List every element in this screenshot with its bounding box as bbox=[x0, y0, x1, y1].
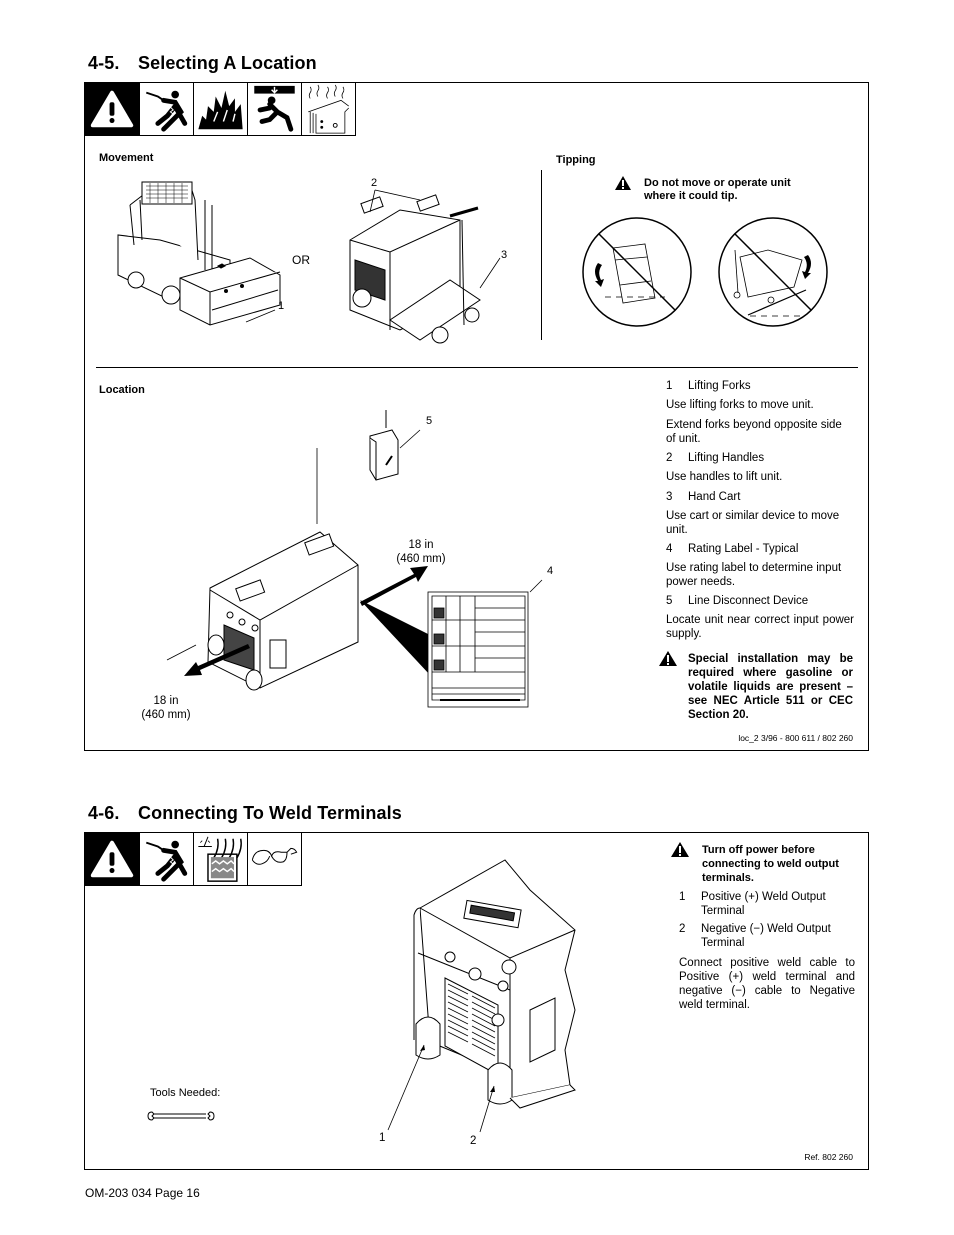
legend-title: Lifting Handles bbox=[688, 452, 765, 464]
section-title: Selecting A Location bbox=[138, 53, 317, 73]
falling-equipment-icon bbox=[248, 82, 302, 136]
legend-number: 2 bbox=[679, 923, 686, 935]
forklift-drawing bbox=[117, 181, 281, 326]
tipping-illustration bbox=[582, 217, 828, 327]
hand-cart-drawing bbox=[349, 194, 481, 344]
legend-title: Hand Cart bbox=[688, 491, 741, 503]
callout-3: 3 bbox=[501, 249, 507, 261]
callout-1-leader bbox=[387, 1044, 425, 1131]
fire-icon bbox=[194, 82, 248, 136]
or-label: OR bbox=[292, 253, 310, 267]
section-number: 4-6. bbox=[88, 803, 120, 823]
legend-title: Rating Label - Typical bbox=[688, 543, 799, 555]
legend-title: Negative (−) Weld Output Terminal bbox=[701, 923, 831, 949]
special-installation-warning: Special installation may be required whe… bbox=[688, 653, 853, 721]
callout-1: 1 bbox=[278, 300, 284, 312]
legend-number: 1 bbox=[679, 891, 686, 903]
section-4-6-legend: 1 Positive (+) Weld Output Terminal 2 Nega… bbox=[679, 890, 855, 1012]
section-4-5-legend: 1 Lifting Forks Use lifting forks to move… bbox=[666, 379, 854, 649]
wall-line bbox=[166, 644, 197, 661]
horizontal-divider bbox=[96, 367, 858, 368]
clearance-right-inches: 18 in bbox=[408, 539, 434, 551]
rating-label-drawing bbox=[427, 591, 529, 708]
legend-title: Lifting Forks bbox=[688, 380, 751, 392]
weld-terminals-illustration bbox=[387, 859, 576, 1133]
line-disconnect-drawing bbox=[369, 410, 399, 481]
legend-desc: Use lifting forks to move unit. bbox=[666, 399, 814, 411]
connection-instruction: Connect positive weld cable to Positive … bbox=[679, 957, 855, 1011]
legend-item: 2 Negative (−) Weld Output Terminal bbox=[679, 922, 855, 950]
legend-item: 5 Line Disconnect Device bbox=[666, 594, 854, 608]
section-heading-4-5: 4-5. Selecting A Location bbox=[88, 53, 317, 74]
arc-rays-icon bbox=[194, 832, 248, 886]
hot-parts-icon bbox=[302, 82, 356, 136]
movement-illustration: 1 OR 2 3 bbox=[117, 177, 507, 344]
clearance-left-inches: 18 in bbox=[153, 695, 179, 707]
figure-reference: Ref. 802 260 bbox=[804, 1152, 853, 1162]
callout-4: 4 bbox=[547, 565, 553, 577]
legend-item: 1 Positive (+) Weld Output Terminal bbox=[679, 890, 855, 918]
callout-2-leader bbox=[479, 1085, 495, 1133]
legend-desc: Locate unit near correct input power sup… bbox=[666, 614, 854, 640]
warning-triangle-icon bbox=[658, 650, 678, 667]
tools-needed-label: Tools Needed: bbox=[150, 1087, 221, 1099]
legend-item: 4 Rating Label - Typical bbox=[666, 542, 854, 556]
clearance-right-label: 18 in (460 mm) bbox=[393, 538, 449, 566]
tipping-warning-text: Do not move or operate unit where it cou… bbox=[644, 177, 791, 202]
hazard-icon-strip bbox=[84, 832, 302, 886]
hazard-icon-strip bbox=[84, 82, 356, 136]
legend-number: 3 bbox=[666, 491, 673, 503]
page-footer: OM-203 034 Page 16 bbox=[85, 1186, 200, 1200]
legend-item: 2 Lifting Handles bbox=[666, 451, 854, 465]
legend-desc: Use cart or similar device to move unit. bbox=[666, 510, 840, 536]
clearance-left-mm: (460 mm) bbox=[141, 709, 191, 721]
legend-number: 4 bbox=[666, 543, 673, 555]
vertical-divider bbox=[541, 170, 542, 340]
warning-triangle-icon bbox=[670, 841, 690, 858]
safety-glasses-icon bbox=[248, 832, 302, 886]
callout-5: 5 bbox=[426, 415, 432, 427]
tip-arrow-icon bbox=[595, 263, 604, 287]
clearance-left-label: 18 in (460 mm) bbox=[138, 694, 194, 722]
callout-2: 2 bbox=[470, 1135, 477, 1147]
electric-shock-icon bbox=[140, 832, 194, 886]
figure-reference: loc_2 3/96 - 800 611 / 802 260 bbox=[738, 733, 853, 743]
warning-triangle-icon bbox=[614, 175, 632, 191]
legend-desc: Extend forks beyond opposite side of uni… bbox=[666, 419, 842, 445]
legend-desc: Use rating label to determine input powe… bbox=[666, 562, 842, 588]
welder-front-drawing bbox=[413, 859, 576, 1109]
legend-number: 1 bbox=[666, 380, 673, 392]
callout-2: 2 bbox=[371, 177, 377, 189]
wrench-icon bbox=[146, 1109, 216, 1123]
legend-title: Positive (+) Weld Output Terminal bbox=[701, 891, 826, 917]
legend-item: 1 Lifting Forks bbox=[666, 379, 854, 393]
legend-item: 3 Hand Cart bbox=[666, 490, 854, 504]
warning-icon bbox=[84, 832, 140, 886]
legend-desc: Use handles to lift unit. bbox=[666, 471, 783, 483]
legend-number: 2 bbox=[666, 452, 673, 464]
tipping-label: Tipping bbox=[556, 154, 596, 166]
callout-1: 1 bbox=[379, 1132, 386, 1144]
no-tip-slope-sign bbox=[718, 217, 828, 327]
legend-number: 5 bbox=[666, 595, 673, 607]
electric-shock-icon bbox=[140, 82, 194, 136]
location-illustration: 5 4 bbox=[166, 410, 553, 708]
warning-icon bbox=[84, 82, 140, 136]
clearance-right-mm: (460 mm) bbox=[396, 553, 446, 565]
callout-3-leader bbox=[479, 257, 501, 289]
tip-arrow-icon bbox=[802, 255, 811, 279]
turn-off-power-warning: Turn off power before connecting to weld… bbox=[702, 844, 839, 884]
welder-unit-drawing bbox=[207, 531, 359, 691]
label-pointer bbox=[360, 600, 430, 675]
clearance-arrow-right bbox=[360, 566, 428, 606]
section-heading-4-6: 4-6. Connecting To Weld Terminals bbox=[88, 803, 402, 824]
section-number: 4-5. bbox=[88, 53, 120, 73]
section-title: Connecting To Weld Terminals bbox=[138, 803, 402, 823]
legend-title: Line Disconnect Device bbox=[688, 595, 809, 607]
movement-label: Movement bbox=[99, 152, 154, 164]
